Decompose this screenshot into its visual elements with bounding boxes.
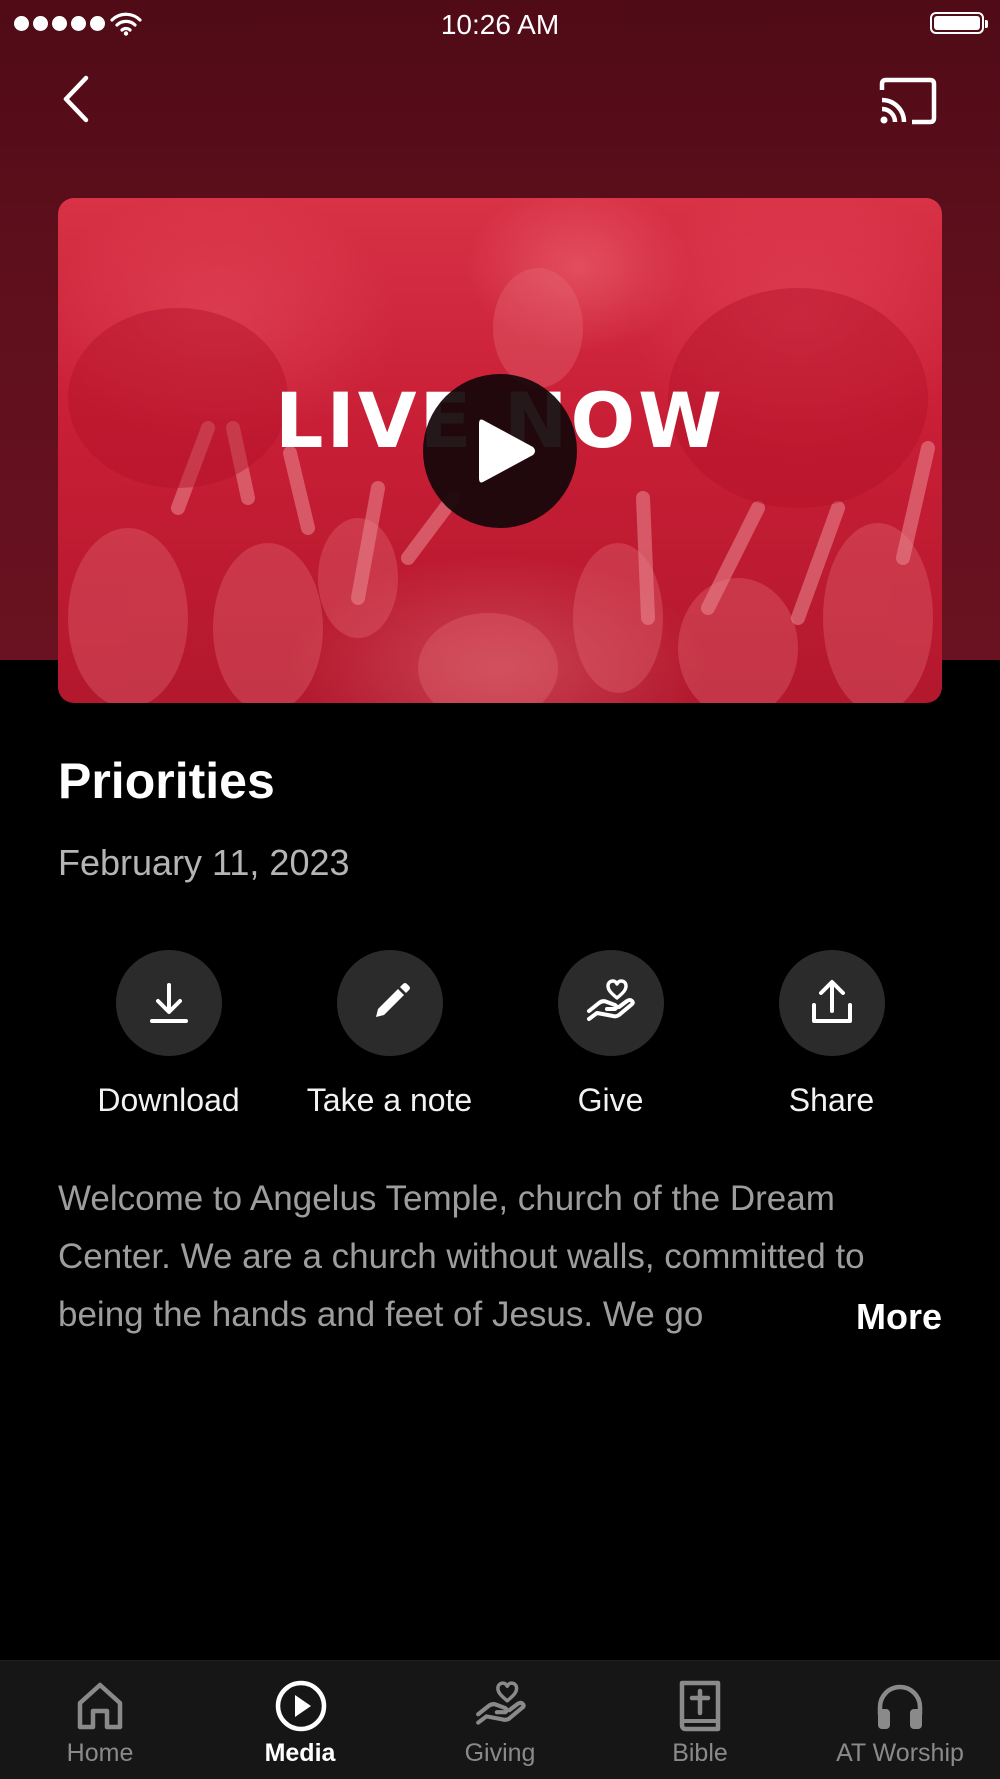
tab-bar: Home Media Giving Bible AT Worship <box>0 1660 1000 1779</box>
play-circle-icon <box>275 1680 327 1732</box>
take-note-label: Take a note <box>306 1082 473 1118</box>
tab-home[interactable]: Home <box>0 1661 200 1779</box>
download-icon <box>149 983 188 1023</box>
sermon-title: Priorities <box>58 753 275 809</box>
heart-hand-icon <box>586 979 635 1021</box>
tab-at-worship-label: AT Worship <box>836 1739 964 1767</box>
share-label: Share <box>788 1082 875 1118</box>
sermon-description-container: Welcome to Angelus Temple, church of the… <box>58 1170 942 1350</box>
tab-giving[interactable]: Giving <box>400 1661 600 1779</box>
take-note-button[interactable]: Take a note <box>279 950 500 1119</box>
give-label: Give <box>577 1082 644 1118</box>
tab-home-label: Home <box>66 1739 134 1767</box>
play-button[interactable] <box>423 374 577 528</box>
bible-icon <box>679 1680 721 1732</box>
give-button[interactable]: Give <box>500 950 721 1119</box>
tab-media-label: Media <box>264 1739 336 1767</box>
cast-button[interactable] <box>878 76 938 126</box>
status-time: 10:26 AM <box>440 9 560 40</box>
share-button[interactable]: Share <box>721 950 942 1119</box>
action-row: Download Take a note Give Share <box>58 950 942 1130</box>
tab-bible[interactable]: Bible <box>600 1661 800 1779</box>
tab-giving-label: Giving <box>464 1739 536 1767</box>
battery-icon <box>930 12 988 34</box>
back-button[interactable] <box>58 74 98 124</box>
download-button[interactable]: Download <box>58 950 279 1119</box>
heart-hand-icon <box>476 1681 526 1725</box>
status-bar: 10:26 AM <box>0 0 1000 50</box>
share-circle <box>778 950 885 1056</box>
download-circle <box>115 950 222 1056</box>
download-label: Download <box>97 1082 240 1118</box>
home-icon <box>77 1682 123 1730</box>
tab-bible-label: Bible <box>672 1739 728 1767</box>
share-icon <box>811 980 852 1023</box>
video-thumbnail[interactable]: LIVE NOW <box>58 198 942 703</box>
pencil-icon <box>375 983 410 1017</box>
give-circle <box>557 950 664 1056</box>
cast-icon <box>879 77 937 125</box>
take-note-circle <box>336 950 443 1056</box>
play-icon <box>479 419 535 483</box>
headphones-icon <box>877 1684 923 1729</box>
tab-at-worship[interactable]: AT Worship <box>800 1661 1000 1779</box>
tab-media[interactable]: Media <box>200 1661 400 1779</box>
sermon-date: February 11, 2023 <box>58 842 350 883</box>
chevron-left-icon <box>63 75 89 123</box>
more-button[interactable]: More <box>856 1288 942 1346</box>
